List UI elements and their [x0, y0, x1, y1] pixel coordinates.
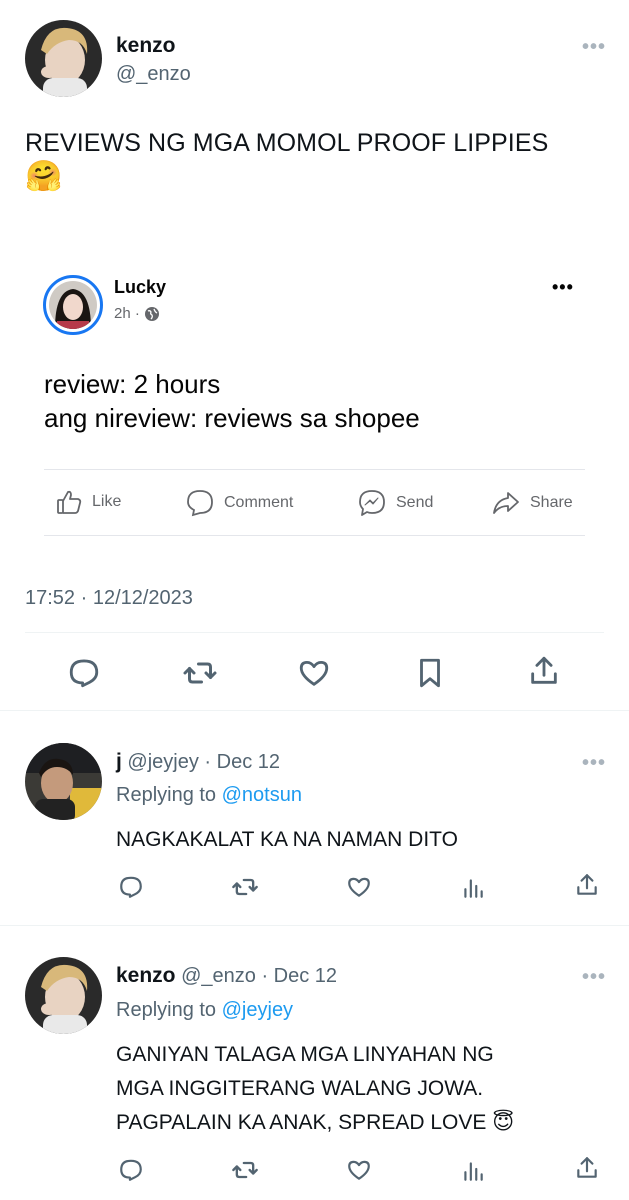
share-icon [577, 874, 597, 895]
retweet-icon [232, 1161, 258, 1179]
comment-bubble-icon [187, 490, 213, 517]
tweet-text-body: REVIEWS NG MGA MOMOL PROOF LIPPIES [25, 129, 549, 157]
like-button[interactable] [344, 872, 374, 902]
globe-icon [144, 306, 159, 321]
fb-send-button: Send [357, 488, 433, 518]
messenger-icon [359, 490, 385, 516]
fb-post-time: 2h · [114, 305, 140, 322]
like-button[interactable] [294, 653, 334, 693]
fb-more-icon: ••• [552, 277, 574, 297]
fb-share-button: Share [491, 488, 573, 518]
reply-icon [120, 1159, 142, 1181]
replying-to: Replying to @notsun [116, 784, 302, 807]
share-button[interactable] [572, 1153, 602, 1183]
fb-comment-button: Comment [185, 488, 293, 518]
views-button[interactable] [458, 1155, 488, 1185]
share-button[interactable] [572, 870, 602, 900]
embedded-image[interactable]: Lucky 2h · ••• review: 2 hours ang nirev… [25, 245, 605, 555]
fb-comment-label: Comment [224, 494, 294, 511]
retweet-button[interactable] [230, 1155, 260, 1185]
fb-post-line-1: review: 2 hours [44, 369, 221, 399]
share-icon [531, 656, 557, 684]
reply-button[interactable] [64, 653, 104, 693]
more-options-icon[interactable]: ••• [582, 966, 606, 989]
more-options-icon[interactable]: ••• [582, 752, 606, 775]
analytics-icon [464, 1162, 483, 1181]
fb-send-label: Send [396, 494, 434, 511]
fb-like-label: Like [92, 493, 122, 510]
tweet-text: REVIEWS NG MGA MOMOL PROOF LIPPIES 🤗 [25, 126, 615, 195]
views-button[interactable] [458, 872, 488, 902]
author-name[interactable]: kenzo [116, 34, 176, 58]
reply-author-name[interactable]: kenzo [116, 964, 176, 987]
fb-divider-top [44, 469, 585, 470]
reply-date[interactable]: · Dec 12 [261, 965, 337, 987]
divider [0, 925, 629, 926]
fb-share-label: Share [530, 494, 573, 511]
fb-divider-bottom [44, 535, 585, 536]
reply-text: GANIYAN TALAGA MGA LINYAHAN NG MGA INGGI… [116, 1038, 616, 1140]
reply-button[interactable] [116, 872, 146, 902]
heart-icon [348, 1160, 370, 1180]
reply-author-handle[interactable]: @_enzo [181, 965, 256, 987]
replying-to: Replying to @jeyjey [116, 999, 293, 1022]
reply-avatar[interactable] [25, 743, 102, 820]
tweet-timestamp[interactable]: 17:52 · 12/12/2023 [25, 587, 193, 610]
replying-to-link[interactable]: @jeyjey [222, 999, 293, 1021]
reply-date[interactable]: · Dec 12 [204, 751, 280, 773]
reply-icon [69, 659, 99, 688]
reply-text-line-3: PAGPALAIN KA ANAK, SPREAD LOVE [116, 1111, 487, 1134]
fb-like-button: Like [55, 488, 121, 516]
like-button[interactable] [344, 1155, 374, 1185]
retweet-icon [183, 662, 217, 684]
halo-smile-emoji-icon: 😇 [492, 1111, 515, 1134]
reply-button[interactable] [116, 1155, 146, 1185]
fb-avatar [49, 281, 97, 329]
more-options-icon[interactable]: ••• [582, 36, 606, 59]
reply-text-line-1: GANIYAN TALAGA MGA LINYAHAN NG [116, 1043, 494, 1066]
replying-to-label: Replying to [116, 784, 217, 806]
reply-header: kenzo @_enzo · Dec 12 [116, 964, 337, 988]
share-icon [577, 1157, 597, 1178]
fb-post-text: review: 2 hours ang nireview: reviews sa… [44, 367, 420, 435]
retweet-button[interactable] [180, 653, 220, 693]
replying-to-label: Replying to [116, 999, 217, 1021]
analytics-icon [464, 879, 483, 898]
author-avatar[interactable] [25, 20, 102, 97]
reply-text-line-2: MGA INGGITERANG WALANG JOWA. [116, 1077, 484, 1100]
author-handle[interactable]: @_enzo [116, 63, 191, 86]
heart-icon [348, 877, 370, 897]
divider [0, 710, 629, 711]
replying-to-link[interactable]: @notsun [222, 784, 302, 806]
retweet-icon [232, 878, 258, 896]
thumbs-up-icon [57, 490, 82, 514]
share-button[interactable] [524, 651, 564, 691]
retweet-button[interactable] [230, 872, 260, 902]
reply-header: j @jeyjey · Dec 12 [116, 750, 280, 774]
reply-text: NAGKAKALAT KA NA NAMAN DITO [116, 828, 458, 851]
bookmark-button[interactable] [410, 653, 450, 693]
divider [25, 632, 604, 633]
reply-icon [120, 876, 142, 898]
fb-post-line-2: ang nireview: reviews sa shopee [44, 403, 420, 433]
bookmark-icon [420, 658, 440, 688]
fb-avatar-ring [43, 275, 103, 335]
reply-author-name[interactable]: j [116, 750, 122, 773]
reply-avatar[interactable] [25, 957, 102, 1034]
hugging-face-emoji-icon: 🤗 [25, 160, 63, 193]
reply-author-handle[interactable]: @jeyjey [127, 751, 198, 773]
fb-author-name: Lucky [114, 277, 167, 297]
share-arrow-icon [493, 492, 519, 514]
fb-post-meta: 2h · [114, 305, 160, 322]
heart-icon [299, 660, 329, 686]
